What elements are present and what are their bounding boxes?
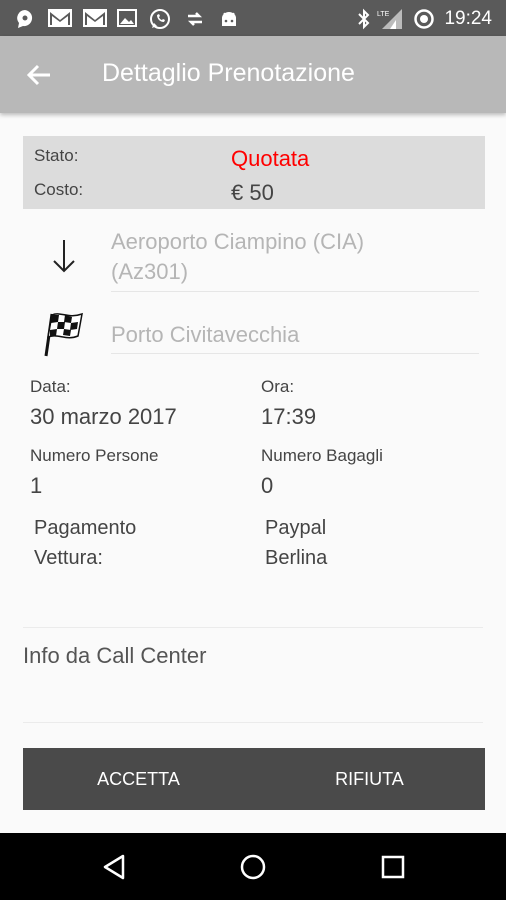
gmail-icon (48, 9, 72, 27)
arrival-location[interactable]: Porto Civitavecchia (111, 320, 299, 350)
persone-label: Numero Persone (30, 446, 159, 465)
costo-value: € 50 (231, 180, 274, 205)
persone-value: 1 (30, 473, 43, 498)
nav-home-icon[interactable] (237, 851, 269, 883)
data-value: 30 marzo 2017 (30, 404, 177, 429)
departure-line-2: (Az301) (111, 259, 189, 284)
chat-bubble-icon (17, 10, 33, 28)
reject-button[interactable]: RIFIUTA (254, 748, 485, 810)
bagagli-label: Numero Bagagli (261, 446, 383, 465)
pagamento-value: Paypal (265, 517, 327, 539)
divider (23, 722, 483, 723)
stato-value: Quotata (231, 146, 310, 171)
nav-recents-icon[interactable] (377, 851, 409, 883)
whatsapp-icon (150, 9, 170, 29)
info-call-center-label: Info da Call Center (23, 643, 207, 668)
costo-label: Costo: (34, 180, 84, 199)
pagamento-label: Pagamento (34, 517, 137, 539)
gmail-icon (83, 9, 107, 27)
data-label: Data: (30, 377, 71, 396)
android-icon (222, 12, 236, 26)
bagagli-value: 0 (261, 473, 274, 498)
ora-value: 17:39 (261, 404, 317, 429)
divider (23, 627, 483, 628)
arrow-down-icon (53, 240, 75, 273)
arrow-back-icon[interactable] (24, 60, 54, 90)
status-card: Stato: Quotata Costo: € 50 (23, 136, 485, 209)
arrival-underline (111, 353, 479, 354)
action-bar: ACCETTA RIFIUTA (23, 748, 485, 810)
transfer-icon (187, 12, 203, 26)
app-bar: Dettaglio Prenotazione (0, 36, 506, 113)
departure-underline (111, 291, 479, 292)
clock: 19:24 (444, 8, 492, 29)
nav-back-icon[interactable] (98, 851, 130, 883)
ora-label: Ora: (261, 377, 295, 396)
bluetooth-icon (358, 8, 370, 30)
lte-signal-icon: LTE (377, 9, 402, 29)
sync-icon (414, 9, 434, 29)
status-bar: LTE 19:24 (0, 0, 506, 36)
vettura-label: Vettura: (34, 547, 103, 569)
departure-line-1: Aeroporto Ciampino (CIA) (111, 229, 365, 254)
svg-text:LTE: LTE (377, 11, 390, 18)
checkered-flag-icon (44, 312, 83, 357)
navigation-bar (0, 833, 506, 900)
vettura-value: Berlina (265, 547, 328, 569)
accept-button[interactable]: ACCETTA (23, 748, 254, 810)
departure-location[interactable]: Aeroporto Ciampino (CIA) (Az301) (111, 227, 364, 287)
page-title: Dettaglio Prenotazione (102, 59, 355, 87)
image-icon (117, 9, 137, 27)
stato-label: Stato: (34, 146, 79, 165)
